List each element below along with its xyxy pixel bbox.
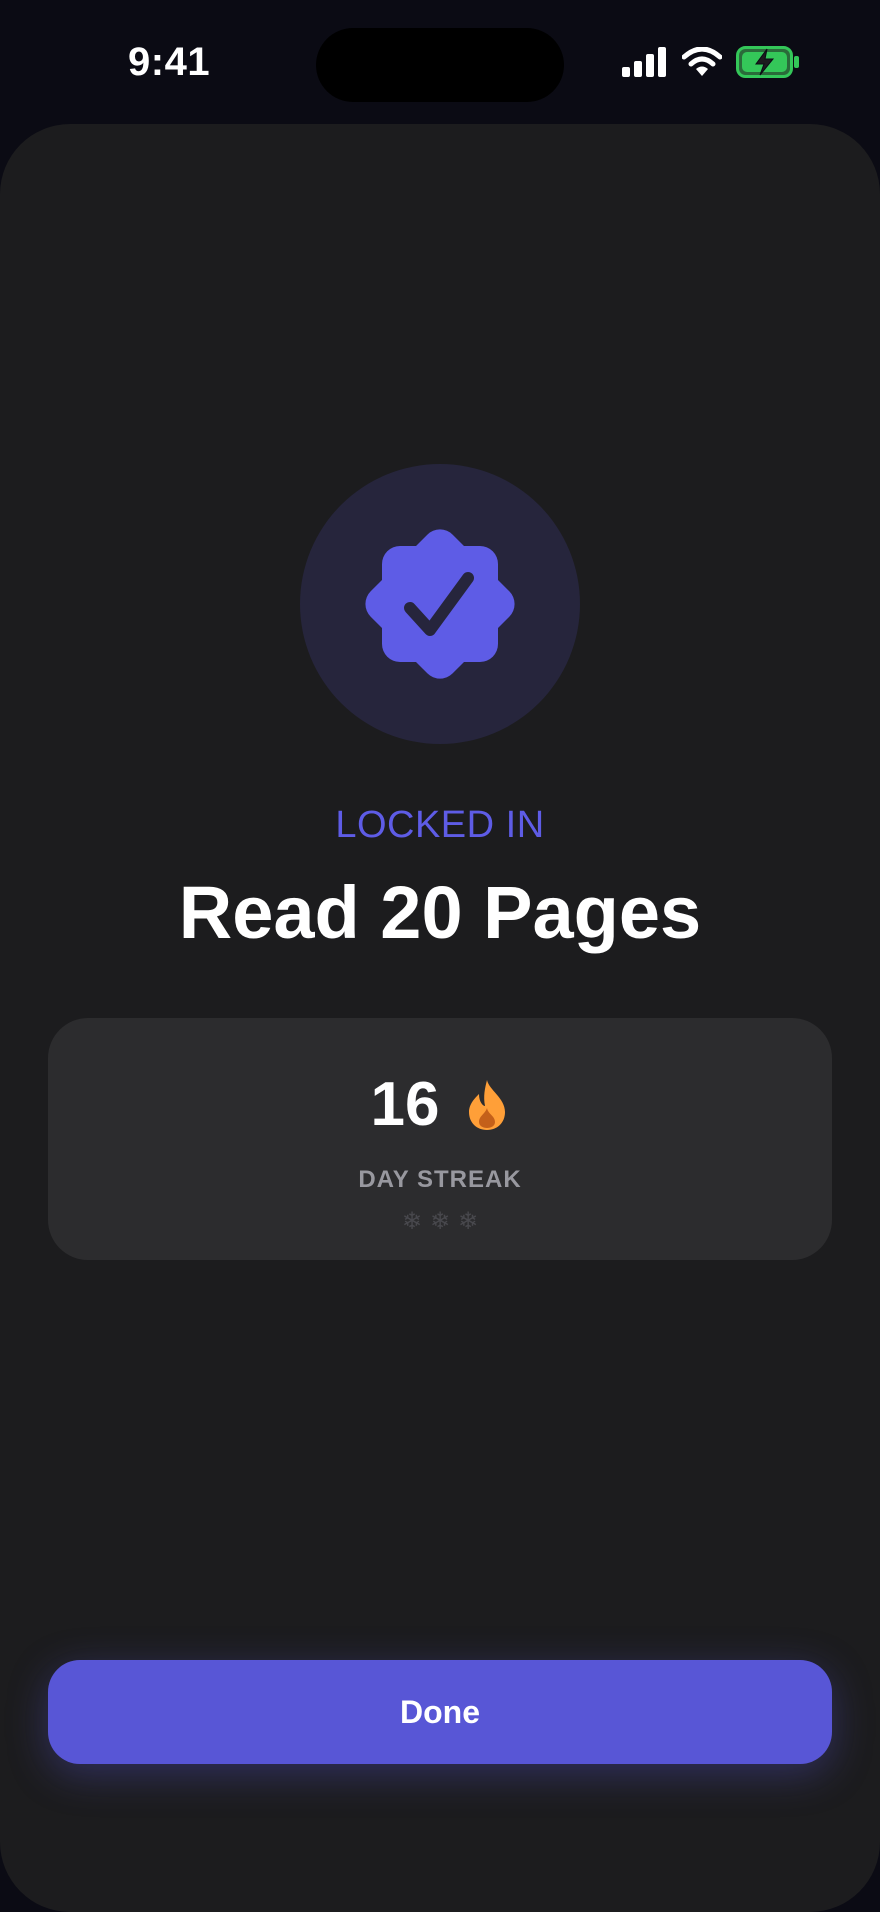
habit-title: Read 20 Pages (178, 871, 702, 954)
cellular-signal-icon (622, 47, 666, 77)
snowflake-icon: ❄ (429, 1208, 451, 1235)
done-button[interactable]: Done (48, 1660, 832, 1764)
snowflake-icon: ❄ (401, 1208, 422, 1235)
snowflake-icon: ❄ (458, 1208, 479, 1235)
streak-row: 16 (48, 1074, 832, 1136)
badge-circle (300, 464, 580, 744)
flame-icon (469, 1080, 506, 1130)
streak-freezes: ❄ ❄ ❄ (48, 1208, 832, 1236)
status-time: 9:41 (128, 40, 211, 84)
checkmark-seal-icon (365, 529, 515, 679)
dynamic-island (316, 28, 564, 102)
streak-card: 16 DAY STREAK ❄ ❄ ❄ (48, 1018, 832, 1260)
streak-count: 16 (370, 1070, 440, 1139)
status-eyebrow: LOCKED IN (335, 804, 545, 846)
streak-label: DAY STREAK (358, 1166, 522, 1193)
wifi-icon (682, 47, 722, 76)
battery-charging-icon (736, 46, 799, 78)
completion-sheet: LOCKED IN Read 20 Pages 16 DAY STREAK ❄ … (0, 124, 880, 1912)
status-icons (622, 46, 800, 78)
status-bar: 9:41 (0, 0, 880, 124)
